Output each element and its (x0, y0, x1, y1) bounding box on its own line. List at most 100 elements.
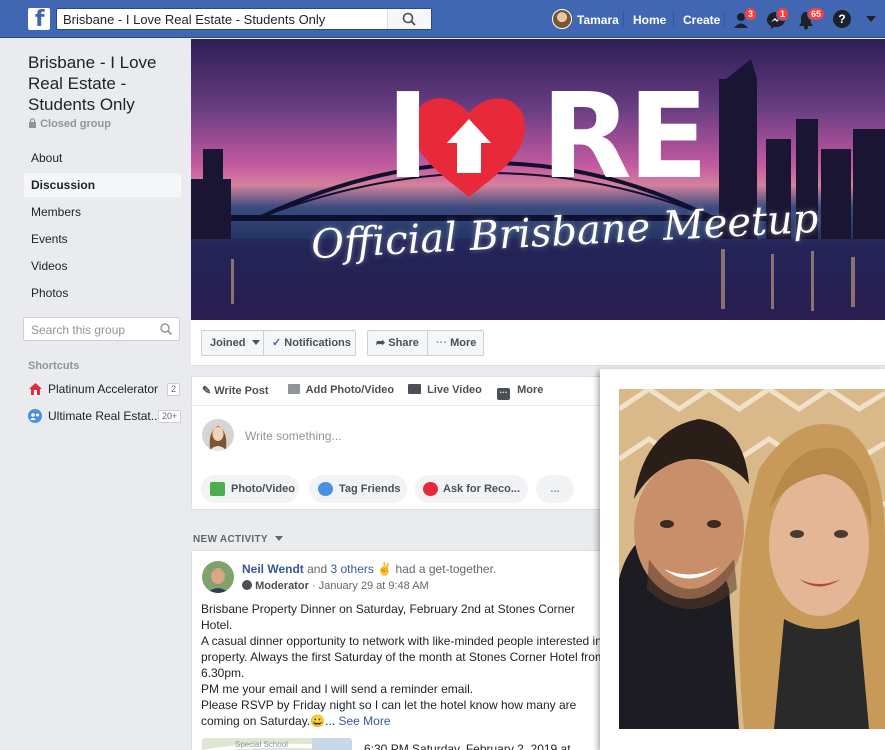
selfie-image (619, 389, 885, 729)
see-more-link[interactable]: See More (338, 714, 390, 728)
global-search-input[interactable]: Brisbane - I Love Real Estate - Students… (63, 12, 325, 27)
global-search-box[interactable]: Brisbane - I Love Real Estate - Students… (56, 8, 432, 30)
ask-for-recommendations-label: Ask for Reco... (443, 483, 521, 495)
selfie-photo[interactable] (619, 389, 885, 729)
composer-tab-separator (191, 405, 601, 406)
composer-more-button[interactable]: ... (536, 475, 574, 503)
share-arrow-icon: ➦ (376, 337, 386, 349)
search-button[interactable] (387, 9, 431, 29)
moderator-badge-icon (242, 580, 252, 590)
post-body-line: Please RSVP by Friday night so I can let… (201, 698, 577, 712)
event-time-line: 6:30 PM Saturday, February 2, 2019 at (364, 742, 571, 750)
friend-requests-button[interactable]: 3 (733, 7, 758, 31)
ask-for-recommendations-button[interactable]: Ask for Reco... (415, 475, 528, 503)
group-search-input[interactable]: Search this group (31, 323, 125, 337)
photo-video-label: Photo/Video (231, 483, 295, 495)
recommendations-icon (423, 482, 438, 496)
shortcut-platinum-accelerator[interactable]: Platinum Accelerator 2 (28, 381, 181, 397)
photo-video-button[interactable]: Photo/Video (201, 475, 299, 503)
new-activity-sort[interactable]: NEW ACTIVITY (193, 534, 283, 545)
i-love-re-logo (413, 98, 525, 197)
tab-more[interactable]: ··· More (497, 384, 543, 400)
tag-friends-button[interactable]: Tag Friends (309, 475, 407, 503)
smiley-emoji: 😀 (310, 714, 326, 728)
home-link[interactable]: Home (633, 13, 666, 27)
post-others-link[interactable]: 3 others (331, 562, 374, 576)
more-dots-icon: ··· (497, 388, 510, 400)
composer-input[interactable]: Write something... (245, 429, 341, 443)
friend-requests-badge: 3 (744, 7, 758, 21)
ellipsis-icon: ··· (436, 337, 447, 349)
house-icon (29, 383, 42, 395)
post-body-line: A casual dinner opportunity to network w… (201, 634, 602, 648)
shortcut-label: Platinum Accelerator (48, 382, 159, 396)
group-privacy-text: Closed group (40, 118, 111, 130)
create-link[interactable]: Create (683, 13, 720, 27)
nav-members[interactable]: Members (24, 200, 181, 224)
notifications-button[interactable]: 65 (796, 7, 826, 31)
group-icon (28, 409, 42, 423)
notifications-toggle-button[interactable]: ✓ Notifications (263, 330, 356, 356)
party-icon: ✌ (377, 562, 393, 576)
user-avatar[interactable] (552, 9, 572, 29)
post-author-avatar[interactable] (202, 561, 234, 593)
shortcut-count: 2 (167, 383, 181, 396)
chevron-down-icon (274, 536, 283, 541)
profile-link[interactable]: Tamara (577, 13, 619, 27)
post-body-line: coming on Saturday. (201, 714, 311, 728)
notifications-badge: 65 (807, 7, 826, 21)
help-icon[interactable]: ? (833, 10, 851, 28)
shortcuts-heading: Shortcuts (28, 360, 80, 372)
post-ellipsis: ... (325, 714, 336, 728)
tab-live-video[interactable]: Live Video (408, 384, 482, 396)
composer-avatar[interactable] (202, 419, 234, 451)
chevron-down-icon (251, 340, 260, 345)
lock-icon (29, 118, 36, 128)
shortcut-label: Ultimate Real Estat... (48, 409, 161, 423)
more-button[interactable]: ··· More (427, 330, 484, 356)
tag-friends-icon (318, 482, 333, 496)
cover-logo-re: RE (541, 67, 708, 205)
tab-add-photo-video[interactable]: Add Photo/Video (288, 384, 394, 396)
group-privacy-label: Closed group (28, 118, 111, 130)
tag-friends-label: Tag Friends (339, 483, 401, 495)
search-icon[interactable] (159, 322, 173, 336)
divider (724, 11, 725, 27)
post-body-last-line: coming on Saturday.😀... See More (201, 713, 391, 729)
post-meta: Moderator · January 29 at 9:48 AM (242, 580, 429, 592)
pencil-icon: ✎ (202, 385, 212, 397)
nav-about[interactable]: About (24, 146, 181, 170)
post-author-name[interactable]: Neil Wendt (242, 562, 304, 576)
shortcut-ultimate-real-estate[interactable]: Ultimate Real Estat... 20+ (28, 408, 182, 424)
divider (623, 11, 624, 27)
avatar-image (202, 561, 234, 593)
nav-events[interactable]: Events (24, 227, 181, 251)
post-body-line: PM me your email and I will send a remin… (201, 682, 474, 696)
group-cover-photo[interactable]: I RE Official Brisbane Meetup (191, 39, 885, 320)
shortcut-count: 20+ (158, 410, 182, 423)
top-navigation-bar: f Brisbane - I Love Real Estate - Studen… (0, 0, 885, 38)
post-header-joiner: and (307, 562, 328, 576)
share-button[interactable]: ➦ Share (367, 330, 428, 356)
post-body-line: 6.30pm. (201, 666, 245, 680)
tab-live-video-label: Live Video (427, 384, 482, 396)
post-timestamp[interactable]: January 29 at 9:48 AM (319, 580, 429, 592)
joined-button[interactable]: Joined (201, 330, 265, 356)
group-search-box[interactable]: Search this group (23, 317, 180, 341)
search-icon (402, 12, 416, 26)
nav-discussion[interactable]: Discussion (24, 173, 181, 197)
account-menu-caret-icon[interactable] (866, 16, 876, 22)
tab-more-label: More (517, 384, 544, 396)
nav-photos[interactable]: Photos (24, 281, 181, 305)
avatar-image (202, 419, 234, 451)
notifications-label: Notifications (284, 337, 351, 349)
facebook-logo-icon[interactable]: f (28, 8, 50, 31)
new-activity-label: NEW ACTIVITY (193, 534, 268, 545)
post-body-line: Hotel. (201, 618, 233, 632)
group-title[interactable]: Brisbane - I Love Real Estate - Students… (28, 52, 178, 115)
tab-write-post[interactable]: ✎ Write Post (202, 384, 268, 397)
nav-videos[interactable]: Videos (24, 254, 181, 278)
joined-label: Joined (210, 337, 246, 349)
messages-button[interactable]: 1 (765, 7, 790, 31)
photo-icon (288, 384, 300, 394)
